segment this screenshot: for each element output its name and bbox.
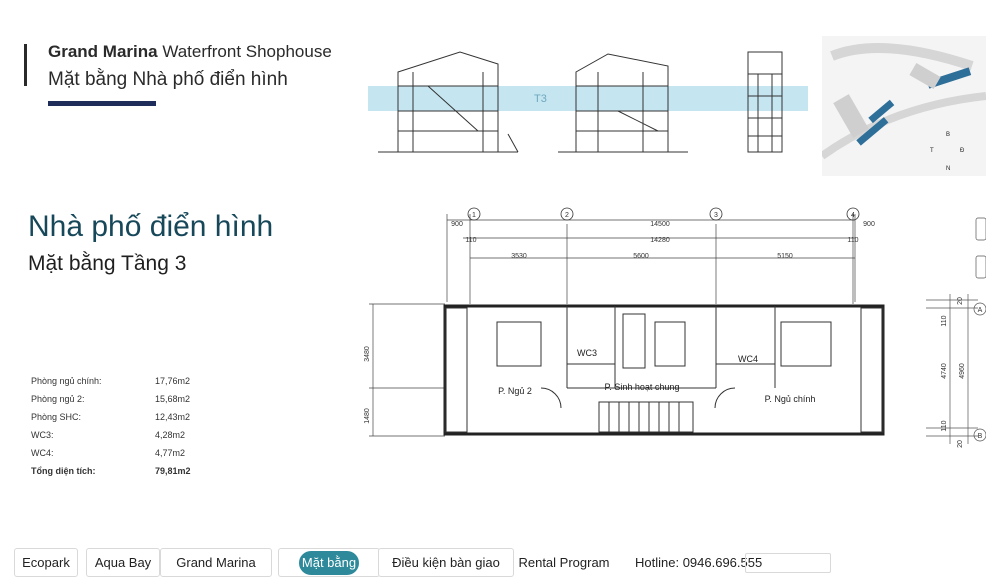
room-master-bedroom: P. Ngủ chính (765, 394, 816, 404)
brand-title: Grand Marina Waterfront Shophouse (48, 42, 332, 62)
area-label: Tổng diện tích: (31, 466, 96, 476)
dim-110-left: 110 (465, 237, 476, 244)
right-dim-110-bottom: 110 (941, 420, 948, 431)
area-value: 4,28m2 (155, 430, 186, 440)
grid-label-3: 3 (714, 212, 718, 219)
axis-label-b: B (978, 433, 983, 440)
area-row: Phòng SHC: 12,43m2 (31, 408, 201, 426)
area-label: WC3: (31, 430, 54, 440)
dim-1480: 1480 (364, 408, 371, 424)
nav-grand-marina[interactable]: Grand Marina (160, 548, 272, 577)
hotline-frame (745, 553, 831, 573)
area-row: WC4: 4,77m2 (31, 444, 201, 462)
building-section-drawing: T3 (368, 51, 808, 153)
area-value: 12,43m2 (155, 412, 191, 422)
page-title: Nhà phố điển hình (28, 210, 274, 243)
area-label: Phòng ngủ 2: (31, 394, 85, 404)
floor-level-label: T3 (534, 93, 547, 105)
compass-t: T (930, 148, 934, 154)
area-label: Phòng ngủ chính: (31, 376, 102, 386)
grid-label-4: 4 (851, 212, 855, 219)
area-row: Phòng ngủ chính: 17,76m2 (31, 372, 201, 390)
nav-handover-conditions[interactable]: Điều kiện bàn giao (378, 548, 514, 577)
area-label: Phòng SHC: (31, 412, 82, 422)
right-dim-4960: 4960 (959, 363, 966, 379)
room-bedroom-2: P. Ngủ 2 (498, 386, 532, 396)
right-plan-fragment: 20 110 4740 4960 110 20 A B (926, 217, 986, 448)
axis-label-a: A (978, 307, 983, 314)
area-label: WC4: (31, 448, 54, 458)
dim-14280: 14280 (650, 237, 670, 244)
dim-5150: 5150 (777, 253, 793, 260)
grid-label-2: 2 (565, 212, 569, 219)
grid-label-1: 1 (472, 212, 476, 219)
site-location-map: B T Đ N (822, 36, 986, 176)
room-wc4: WC4 (738, 354, 758, 364)
dim-3480: 3480 (364, 346, 371, 362)
dim-900-left: 900 (451, 221, 463, 228)
area-value: 79,81m2 (155, 466, 191, 476)
floor-band (368, 86, 808, 111)
area-row: Phòng ngủ 2: 15,68m2 (31, 390, 201, 408)
header-accent-bar (24, 44, 27, 86)
floor-plan-drawing: 1 2 3 4 900 14500 900 110 14280 110 3530… (364, 207, 885, 437)
room-wc3: WC3 (577, 348, 597, 358)
area-table: Phòng ngủ chính: 17,76m2 Phòng ngủ 2: 15,6… (31, 372, 201, 480)
room-living: P. Sinh hoạt chung (605, 382, 680, 392)
area-value: 15,68m2 (155, 394, 191, 404)
nav-mat-bang[interactable]: Mặt bằng (299, 550, 359, 575)
right-dim-4740: 4740 (941, 363, 948, 379)
area-value: 4,77m2 (155, 448, 186, 458)
compass-d: Đ (960, 148, 965, 154)
area-row: WC3: 4,28m2 (31, 426, 201, 444)
brand-rest: Waterfront Shophouse (157, 42, 332, 61)
header-subtitle: Mặt bằng Nhà phố điển hình (48, 69, 288, 90)
dim-110-right: 110 (847, 237, 858, 244)
area-total-row: Tổng diện tích: 79,81m2 (31, 462, 201, 480)
floor-title: Mặt bằng Tầng 3 (28, 252, 187, 275)
dim-14500: 14500 (650, 221, 670, 228)
bottom-navigation: Ecopark Aqua Bay Grand Marina Mặt bằng Đ… (0, 544, 986, 578)
right-dim-20-top: 20 (957, 297, 964, 305)
nav-ecopark[interactable]: Ecopark (14, 548, 78, 577)
brand-bold: Grand Marina (48, 42, 158, 61)
header-underline (48, 101, 156, 106)
right-dim-110-top: 110 (941, 315, 948, 326)
dim-3530: 3530 (511, 253, 527, 260)
compass-n: N (946, 166, 950, 172)
nav-mat-bang-frame: Mặt bằng (278, 548, 380, 577)
dim-900-right: 900 (863, 221, 875, 228)
area-value: 17,76m2 (155, 376, 191, 386)
nav-rental-program[interactable]: Rental Program (516, 548, 612, 577)
dim-5600: 5600 (633, 253, 649, 260)
nav-aqua-bay[interactable]: Aqua Bay (86, 548, 160, 577)
compass-b: B (946, 132, 950, 138)
hotline[interactable]: Hotline: 0946.696.555 (635, 548, 762, 577)
right-dim-20-bottom: 20 (957, 440, 964, 448)
